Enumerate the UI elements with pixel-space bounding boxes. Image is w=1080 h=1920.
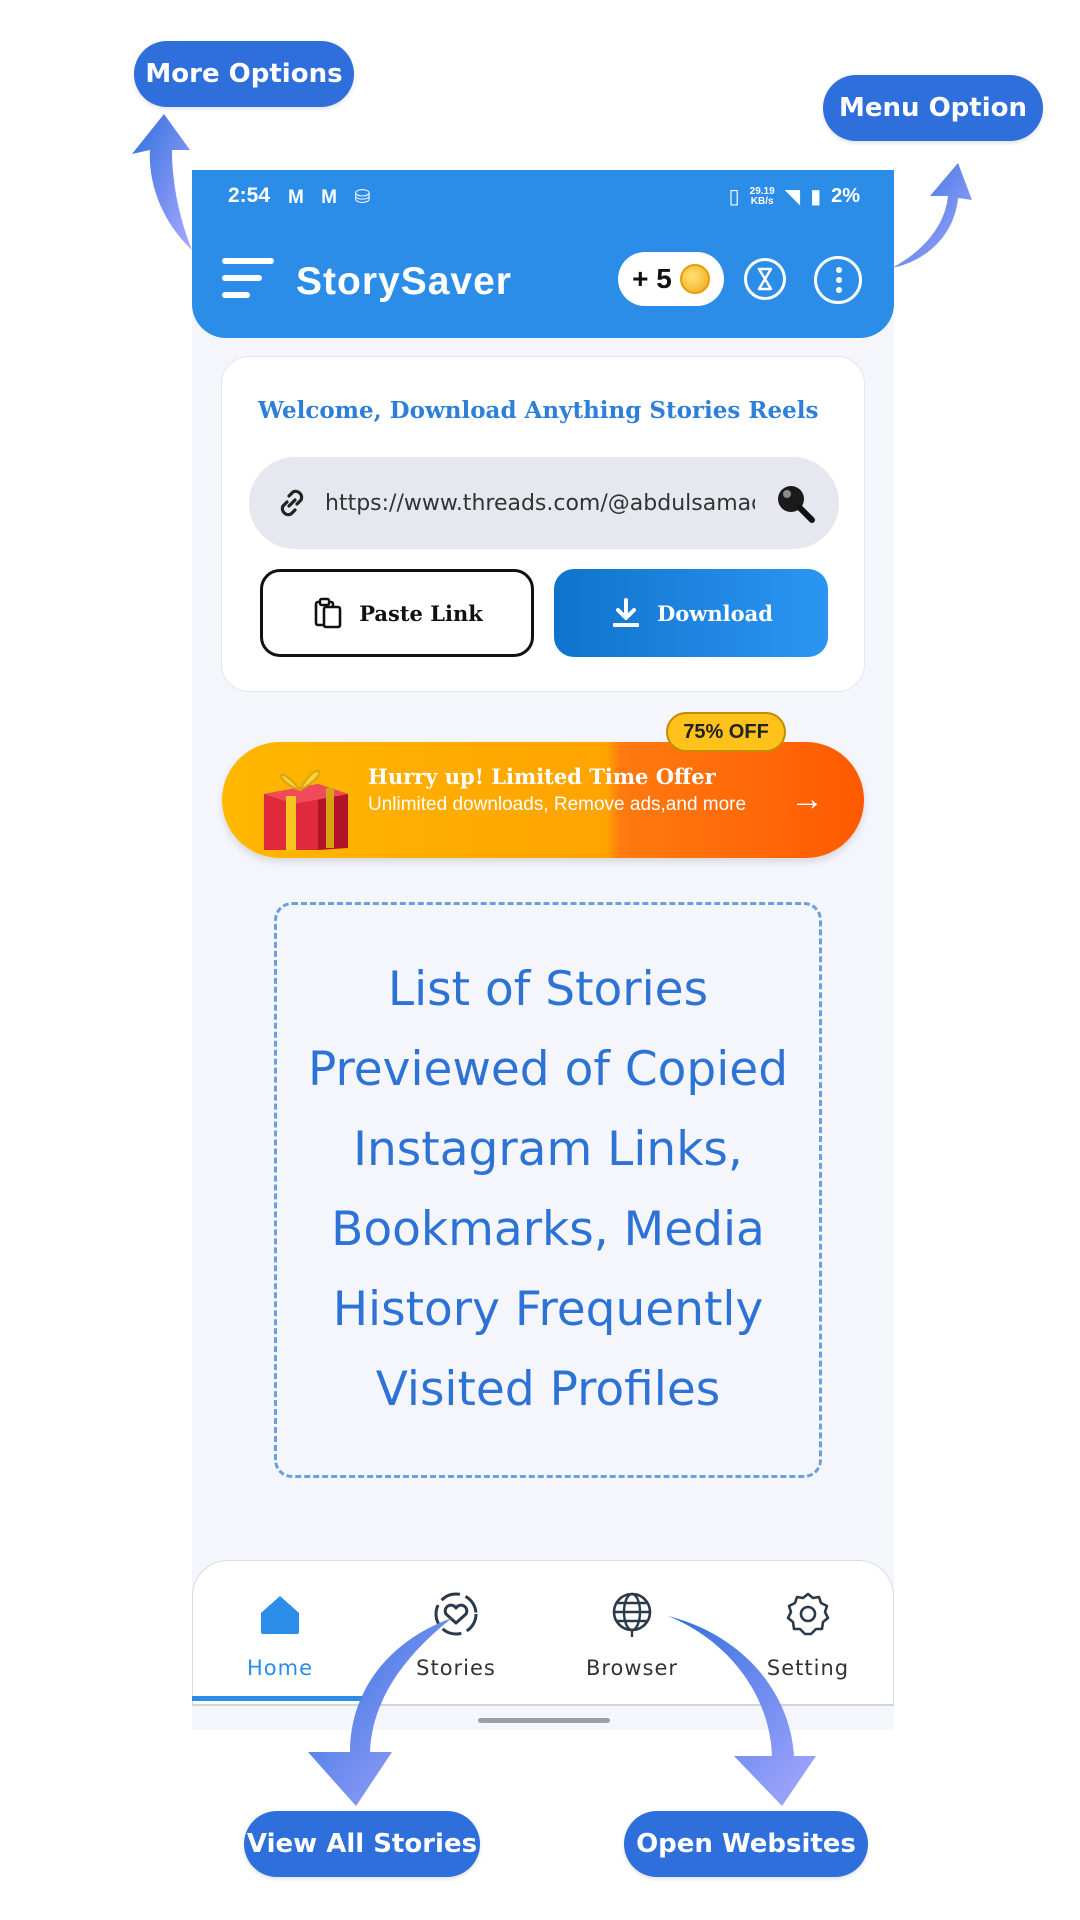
bottom-navigation: Home Stories Browser Setting [192, 1560, 894, 1706]
clipboard-icon [314, 597, 342, 629]
paste-link-button[interactable]: Paste Link [260, 569, 534, 657]
nav-home-label: Home [246, 1656, 313, 1680]
promo-subtitle: Unlimited downloads, Remove ads,and more [368, 794, 747, 815]
nav-browser-label: Browser [585, 1656, 679, 1680]
home-icon [261, 1596, 299, 1634]
promo-title: Hurry up! Limited Time Offer [368, 764, 716, 789]
download-button[interactable]: Download [554, 569, 828, 657]
nav-browser[interactable]: Browser [562, 1589, 702, 1680]
discount-badge: 75% OFF [666, 712, 786, 752]
open-websites-callout: Open Websites [624, 1811, 868, 1877]
coins-badge[interactable]: + 5 [618, 252, 724, 306]
nav-stories-label: Stories [416, 1656, 496, 1680]
url-field[interactable] [249, 457, 839, 549]
hamburger-menu-icon[interactable] [222, 258, 274, 300]
status-time: 2:54 [228, 184, 271, 207]
gesture-bar [478, 1718, 610, 1723]
net-speed: 29.19 KB/s [750, 186, 775, 207]
url-input[interactable] [325, 490, 755, 516]
stories-heart-icon [434, 1592, 478, 1636]
notification-icons: M M ⛁ [288, 187, 377, 208]
paste-link-label: Paste Link [359, 600, 483, 626]
app-title: StorySaver [296, 260, 512, 303]
nav-home[interactable]: Home [210, 1589, 350, 1680]
vibrate-icon: ▯ [728, 186, 740, 208]
active-tab-indicator [192, 1696, 368, 1701]
gear-icon [786, 1592, 830, 1636]
download-icon [613, 598, 640, 627]
battery-level: 2% [831, 185, 860, 207]
more-options-icon[interactable] [814, 256, 862, 304]
nav-stories[interactable]: Stories [386, 1589, 526, 1680]
more-options-arrow [132, 114, 192, 250]
gift-icon [264, 769, 348, 850]
net-speed-unit: KB/s [750, 195, 774, 207]
link-icon [280, 489, 304, 517]
stories-list-placeholder: List of Stories Previewed of Copied Inst… [274, 902, 822, 1478]
limited-offer-banner[interactable]: Hurry up! Limited Time Offer Unlimited d… [222, 742, 864, 858]
menu-option-callout: Menu Option [823, 75, 1043, 141]
nav-setting[interactable]: Setting [738, 1589, 878, 1680]
more-options-callout: More Options [134, 41, 354, 107]
wifi-icon: ◥ [784, 186, 801, 208]
placeholder-text: List of Stories Previewed of Copied Inst… [307, 962, 789, 1417]
coin-icon [679, 264, 710, 294]
battery-icon: ▮ [810, 186, 822, 208]
search-icon[interactable] [771, 479, 819, 527]
globe-icon [612, 1592, 652, 1637]
download-card: Welcome, Download Anything Stories Reels… [221, 356, 865, 692]
app-bar: 2:54 M M ⛁ ▯ 29.19 KB/s ◥ ▮ 2% StorySave… [192, 170, 894, 338]
coins-count: + 5 [632, 263, 672, 294]
menu-option-arrow [892, 163, 972, 268]
view-all-stories-callout: View All Stories [244, 1811, 480, 1877]
download-label: Download [657, 600, 773, 626]
nav-setting-label: Setting [766, 1656, 850, 1680]
status-indicators: ▯ 29.19 KB/s ◥ ▮ 2% [729, 184, 860, 209]
arrow-right-icon: → [790, 780, 824, 818]
hourglass-icon[interactable] [744, 258, 786, 300]
welcome-heading: Welcome, Download Anything Stories Reels [258, 397, 819, 424]
phone-screen: 2:54 M M ⛁ ▯ 29.19 KB/s ◥ ▮ 2% StorySave… [192, 170, 894, 1730]
